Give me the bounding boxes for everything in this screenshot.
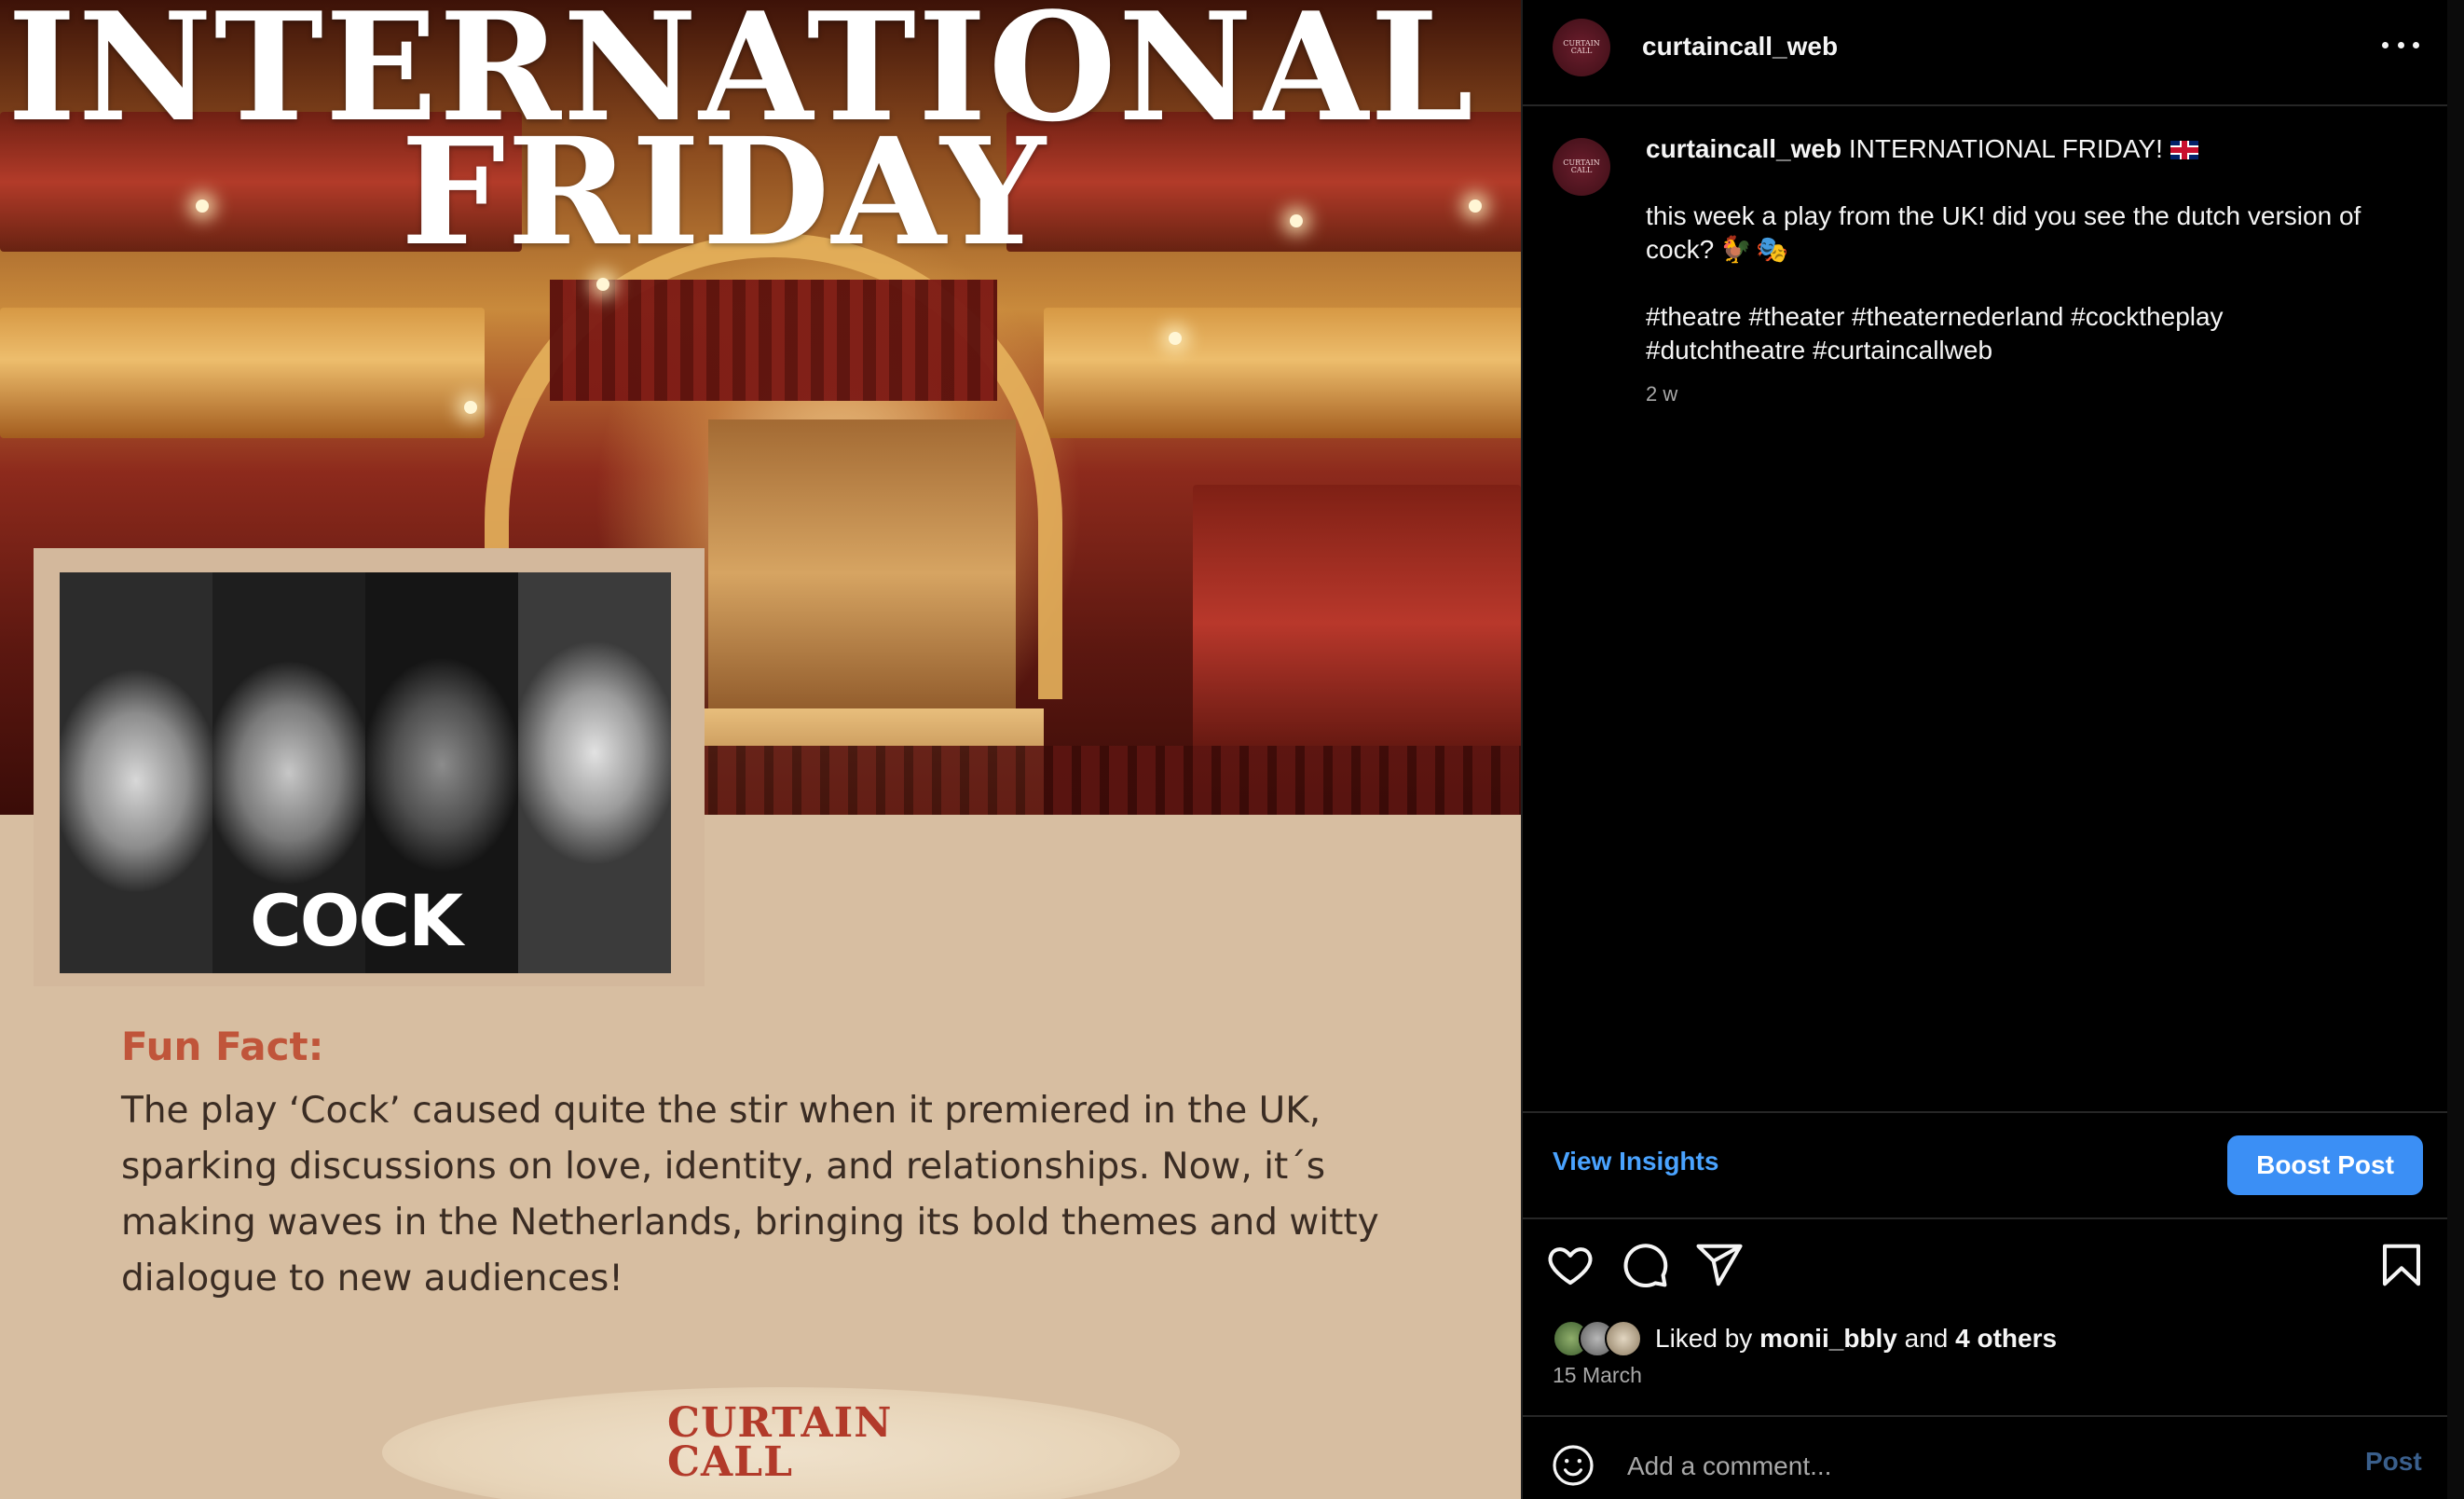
hashtags-line2[interactable]: #dutchtheatre #curtaincallweb [1646,334,2410,367]
comment-divider [1523,1415,2447,1417]
post-sidebar: CURTAIN CALL curtaincall_web CURTAIN CAL… [1523,0,2447,1499]
post-date: 15 March [1553,1363,1642,1387]
cast-face [518,572,671,973]
boost-post-button[interactable]: Boost Post [2227,1135,2423,1195]
flag-uk-icon [2170,141,2198,159]
insights-divider-bottom [1523,1217,2447,1219]
more-horizontal-icon[interactable] [2382,34,2419,56]
scrollbar-track [2447,0,2464,1499]
header-username[interactable]: curtaincall_web [1642,32,1838,62]
curtain-call-logo: CURTAIN CALL [667,1403,892,1483]
play-title: COCK [250,879,463,962]
bookmark-icon[interactable] [2376,1240,2427,1290]
caption-username[interactable]: curtaincall_web [1646,134,1841,163]
rooster-icon: 🐓 [1719,235,1753,264]
view-insights-link[interactable]: View Insights [1553,1147,1718,1176]
emoji-picker-icon[interactable] [1551,1443,1595,1488]
liker-avatar [1605,1320,1642,1357]
theatre-masks-icon: 🎭 [1756,235,1788,264]
insights-divider-top [1523,1111,2447,1113]
liked-by-row[interactable]: Liked by monii_bbly and 4 others [1553,1320,2057,1357]
caption-avatar[interactable]: CURTAIN CALL [1553,138,1610,196]
post-image[interactable]: INTERNATIONAL FRIDAY COCK Fun Fact: The … [0,0,1521,1499]
logo-line2: CALL [667,1438,794,1486]
heart-icon[interactable] [1545,1240,1595,1290]
caption-time-ago: 2 w [1646,382,1678,406]
cast-face [60,572,212,973]
fun-fact-text: The play ‘Cock’ caused quite the stir wh… [121,1090,1379,1300]
liked-by-others[interactable]: 4 others [1955,1324,2057,1353]
cast-photo: COCK [60,572,671,973]
post-comment-button[interactable]: Post [2365,1447,2422,1477]
post-title-line2: FRIDAY [401,106,1047,279]
hashtags-line1[interactable]: #theatre #theater #theaternederland #coc… [1646,300,2410,334]
header-divider [1523,104,2447,106]
caption-headline: INTERNATIONAL FRIDAY! [1848,134,2163,163]
fun-fact-title: Fun Fact: [121,1024,324,1069]
comment-input[interactable] [1625,1443,2281,1490]
profile-avatar[interactable]: CURTAIN CALL [1553,19,1610,76]
share-icon[interactable] [1694,1240,1745,1290]
comment-icon[interactable] [1620,1240,1670,1290]
post-caption: curtaincall_web INTERNATIONAL FRIDAY! th… [1646,132,2410,367]
liked-by-user[interactable]: monii_bbly [1759,1324,1897,1353]
caption-body: this week a play from the UK! did you se… [1646,201,2361,264]
liked-by-text: Liked by monii_bbly and 4 others [1655,1324,2058,1353]
